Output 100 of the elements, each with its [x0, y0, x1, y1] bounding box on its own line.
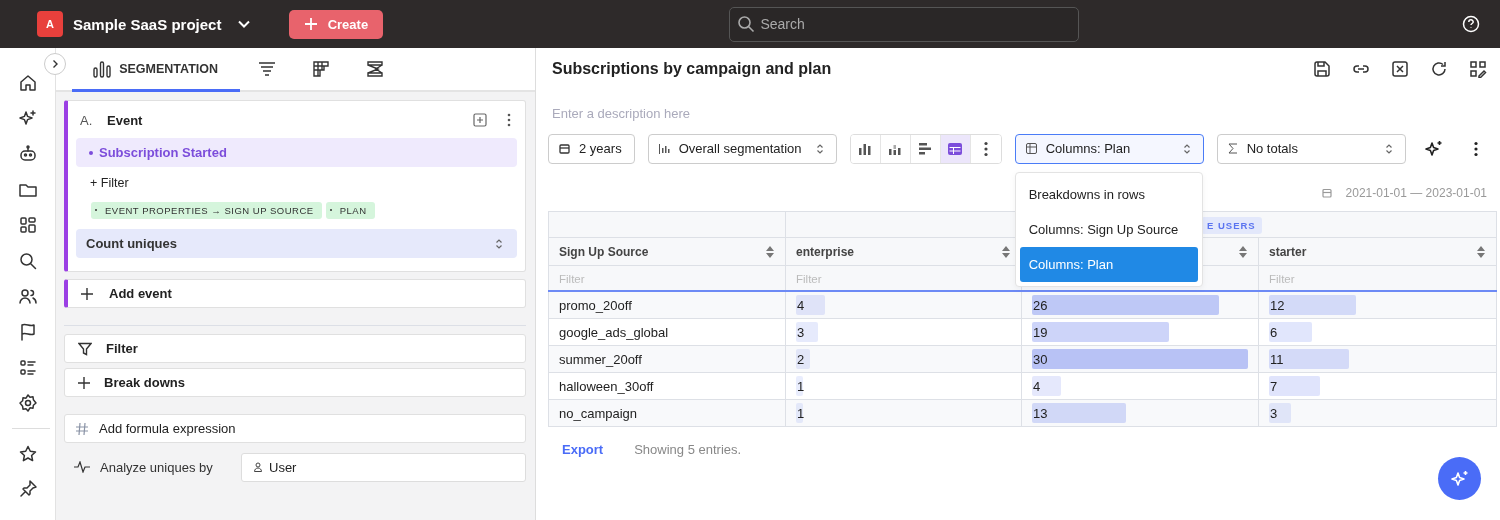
funnel-icon — [257, 59, 277, 79]
chevron-right-icon — [51, 59, 59, 69]
table-icon — [1025, 143, 1037, 154]
pin-icon — [17, 479, 38, 500]
calendar-icon — [559, 143, 570, 154]
event-title: Event — [107, 112, 144, 128]
bar-chart-icon — [658, 143, 670, 154]
value-bar: 26 — [1032, 295, 1220, 315]
entries-count: Showing 5 entries. — [634, 442, 742, 457]
sort-icon[interactable] — [1476, 244, 1486, 259]
filter-icon — [78, 341, 92, 356]
home-icon — [17, 73, 38, 93]
sparkle-icon[interactable] — [1423, 138, 1444, 159]
table-cell: summer_20off — [548, 345, 786, 373]
table-cell: promo_20off — [548, 291, 786, 319]
users-icon — [17, 286, 38, 307]
nav-item[interactable] — [16, 392, 39, 415]
value-bar: 3 — [1269, 403, 1291, 423]
event-letter: A. — [80, 112, 94, 128]
breakdown-tag[interactable]: EVENT PROPERTIES → SIGN UP SOURCE — [91, 201, 322, 219]
value-bar: 13 — [1032, 403, 1126, 423]
more-icon[interactable] — [507, 113, 511, 127]
project-name[interactable]: Sample SaaS project — [73, 15, 222, 33]
value-bar: 6 — [1269, 322, 1313, 342]
value-bar: 3 — [796, 322, 818, 342]
plus-icon — [81, 287, 93, 300]
date-range-label: 2021-01-01 — 2023-01-01 — [1345, 186, 1487, 200]
add-square-icon[interactable] — [473, 113, 487, 127]
assistant-button[interactable] — [1438, 457, 1481, 500]
search-icon — [737, 14, 756, 33]
up-down-caret-icon — [1384, 142, 1393, 155]
value-bar: 11 — [1269, 349, 1349, 369]
chart-type-button[interactable] — [940, 134, 971, 163]
event-selector[interactable]: Subscription Started — [76, 138, 517, 167]
add-formula-button[interactable]: Add formula expression — [64, 414, 526, 443]
save-icon[interactable] — [1313, 60, 1331, 78]
sigma-icon — [1227, 143, 1238, 154]
up-down-caret-icon — [495, 237, 503, 250]
grid-icon — [311, 59, 331, 79]
plus-icon — [78, 376, 90, 389]
add-filter-link[interactable]: + Filter — [76, 167, 517, 198]
person-icon — [253, 462, 263, 472]
pulse-icon — [74, 461, 90, 473]
sort-icon[interactable] — [1001, 244, 1011, 259]
metric-badge: E USERS — [1201, 217, 1262, 234]
measure-select[interactable]: Count uniques — [76, 229, 517, 258]
segmentation-select[interactable]: Overall segmentation — [647, 133, 837, 164]
add-event-button[interactable]: Add event — [64, 279, 526, 308]
column-header[interactable]: starter — [1258, 237, 1497, 266]
sort-icon[interactable] — [765, 244, 775, 259]
table-cell: google_ads_global — [548, 318, 786, 346]
plus-icon — [304, 18, 317, 30]
analyze-by-select[interactable]: User — [241, 452, 526, 482]
up-down-caret-icon — [815, 142, 824, 155]
columns-select[interactable]: Columns: Plan — [1014, 133, 1204, 164]
value-bar: 12 — [1269, 295, 1356, 315]
project-avatar: A — [37, 11, 63, 37]
menu-item[interactable]: Columns: Plan — [1019, 246, 1198, 282]
value-bar: 1 — [796, 376, 804, 396]
breakdown-tag[interactable]: PLAN — [325, 201, 375, 219]
report-title: Subscriptions by campaign and plan — [552, 60, 833, 78]
expand-button[interactable] — [44, 53, 66, 75]
column-header[interactable]: Sign Up Source — [548, 237, 786, 266]
calendar-icon — [1321, 188, 1332, 198]
list-icon — [17, 357, 38, 378]
value-bar: 4 — [796, 295, 825, 315]
sparkle-icon — [1449, 468, 1470, 489]
sort-icon[interactable] — [1238, 244, 1248, 259]
hash-icon — [75, 421, 89, 436]
settings-icon — [17, 393, 38, 414]
value-bar: 19 — [1032, 322, 1169, 342]
search-icon — [17, 250, 38, 271]
totals-select[interactable]: No totals — [1216, 133, 1406, 164]
refresh-icon[interactable] — [1430, 60, 1448, 78]
value-bar: 30 — [1032, 349, 1248, 369]
table-cell: halloween_30off — [548, 372, 786, 400]
edit-grid-icon[interactable] — [1469, 60, 1487, 78]
date-range-button[interactable]: 2 years — [548, 133, 635, 164]
more-icon — [983, 140, 988, 157]
more-icon[interactable] — [1473, 140, 1478, 157]
table-cell: no_campaign — [548, 399, 786, 427]
help-icon[interactable] — [1462, 15, 1480, 33]
dashboard-icon — [17, 215, 38, 236]
horizontal-bars-icon — [917, 140, 934, 157]
value-bar: 2 — [796, 349, 811, 369]
bar-chart-icon — [92, 58, 113, 79]
value-bar: 7 — [1269, 376, 1320, 396]
export-link[interactable]: Export — [562, 442, 604, 457]
breakdowns-button[interactable]: Break downs — [64, 368, 526, 397]
close-icon[interactable] — [1391, 60, 1409, 78]
star-icon — [17, 443, 38, 464]
table-icon — [947, 140, 964, 157]
search-field[interactable]: Search — [729, 6, 1080, 42]
menu-item[interactable]: Breakdowns in rows — [1019, 176, 1198, 212]
analyze-label: Analyze uniques by — [100, 459, 214, 475]
filter-button[interactable]: Filter — [64, 334, 526, 363]
chart-type-button[interactable] — [850, 134, 881, 163]
value-bar: 1 — [796, 403, 804, 423]
up-down-caret-icon — [1182, 142, 1191, 155]
menu-item[interactable]: Columns: Sign Up Source — [1019, 211, 1198, 247]
